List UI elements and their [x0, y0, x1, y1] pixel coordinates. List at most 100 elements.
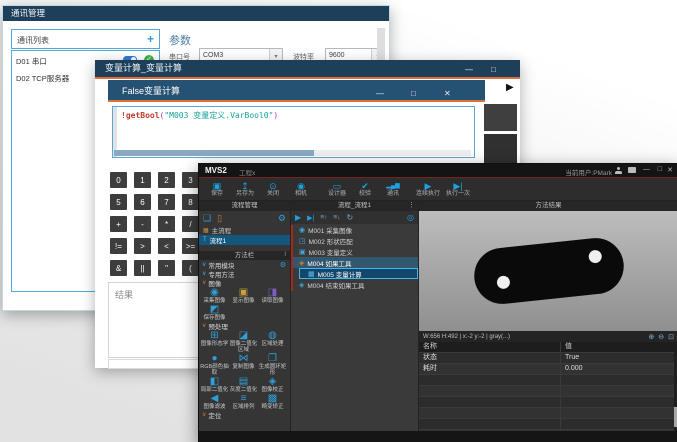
calc-key[interactable]: 5 [110, 194, 127, 210]
run-once-icon[interactable]: ▶| [307, 214, 314, 222]
tool-morphology[interactable]: ⊞ 图像形态学 [200, 330, 229, 353]
calc-key[interactable]: / [182, 216, 199, 232]
flow-step[interactable]: ▣ M003 变量定义 [291, 246, 418, 257]
maximize-button[interactable]: □ [491, 61, 496, 78]
folder-icon[interactable] [628, 167, 636, 173]
gear-icon[interactable]: ⚙ [280, 261, 286, 269]
close-button[interactable]: ✕ [444, 83, 451, 105]
monitor-icon: ▭ [326, 181, 348, 191]
calc-key[interactable]: 6 [134, 194, 151, 210]
tool-local-binarize[interactable]: ◧ 局部二值化 [200, 376, 229, 393]
tool-gray-binarize[interactable]: ▤ 灰度二值化 [229, 376, 258, 393]
comm-titlebar[interactable]: 通讯管理 [3, 6, 389, 21]
tool-make-ring-rect[interactable]: ❐ 生成圆环矩形 [258, 353, 287, 376]
run-expression-button[interactable]: ▶ [506, 82, 514, 93]
record-icon[interactable]: ◎ [407, 213, 414, 222]
flow-step[interactable]: ◳ M002 形状匹配 [291, 235, 418, 246]
tool-binarize-region[interactable]: ◪ 图像二值化区域 [229, 330, 258, 353]
toolbar-verify-button[interactable]: ✔ 校验 [352, 181, 378, 198]
hscroll-thumb[interactable] [114, 150, 314, 156]
sort-up-icon[interactable]: ≡↑ [320, 214, 327, 221]
close-button[interactable]: ✕ [667, 166, 673, 174]
calc-key[interactable]: || [134, 260, 151, 276]
tree-item-flow1[interactable]: T 流程1 [199, 235, 290, 245]
minimize-button[interactable]: — [465, 61, 473, 78]
flow-step-selected[interactable]: ▦ M005 变量计算 [299, 268, 418, 279]
tool-acquire-image[interactable]: ◉ 采集图像 [200, 287, 229, 304]
calc-key[interactable]: " [158, 260, 175, 276]
maximize-button[interactable]: □ [411, 83, 416, 105]
loop-icon[interactable]: ↻ [346, 213, 353, 222]
variable-define-icon: ▣ [299, 248, 306, 256]
tree-item-main-flow[interactable]: ▦ 主流程 [199, 225, 290, 235]
zoom-in-icon[interactable]: ⊕ [648, 333, 654, 341]
table-row-empty [419, 419, 677, 430]
fit-view-icon[interactable]: ⊡ [668, 333, 674, 341]
tool-rgb-extract[interactable]: ● RGB颜色抽取 [200, 353, 229, 376]
calc-key[interactable]: 8 [182, 194, 199, 210]
tool-image-correct[interactable]: ◈ 图像校正 [258, 376, 287, 393]
calc-key[interactable]: ( [182, 260, 199, 276]
calc-key[interactable]: + [110, 216, 127, 232]
toolbar-camera-button[interactable]: ◉ 相机 [288, 181, 314, 198]
image-viewer[interactable] [419, 211, 677, 331]
section-preprocess[interactable]: ∨ 预处理 [199, 321, 290, 330]
calc-key[interactable]: & [110, 260, 127, 276]
calc-key[interactable]: 3 [182, 172, 199, 188]
section-locate[interactable]: ∨ 定位 [199, 410, 290, 419]
tool-image-filter[interactable]: ◀ 图像滤波 [200, 393, 229, 410]
camera-icon: ◉ [290, 181, 312, 191]
toolbar-close-button[interactable]: ⊙ 关闭 [260, 181, 286, 198]
calc-key[interactable]: 2 [158, 172, 175, 188]
tool-display-image[interactable]: ▣ 显示图像 [229, 287, 258, 304]
maximize-button[interactable]: □ [658, 166, 662, 173]
calc-key[interactable]: < [158, 238, 175, 254]
collapse-icon[interactable]: I [284, 251, 286, 260]
tool-region-process[interactable]: ◍ 区域处理 [258, 330, 287, 353]
calc-key[interactable]: > [134, 238, 151, 254]
minimize-button[interactable]: — [376, 83, 384, 105]
toolbar-designer-button[interactable]: ▭ 设计器 [324, 181, 350, 198]
run-flow-icon[interactable]: ▶ [295, 213, 301, 222]
sort-down-icon[interactable]: ≡↓ [333, 214, 340, 221]
calc-key[interactable]: 7 [158, 194, 175, 210]
section-image[interactable]: ∨ 图像 [199, 278, 290, 287]
user-icon[interactable] [615, 167, 622, 174]
minimize-button[interactable]: — [643, 166, 650, 173]
editor-hscrollbar[interactable] [114, 150, 471, 156]
flow-step[interactable]: ◈ M004 结束如果工具 [291, 279, 418, 290]
toolbar-run-continuous-button[interactable]: ▶ 连续执行 [414, 181, 442, 198]
calc-key[interactable]: * [158, 216, 175, 232]
table-row[interactable]: 状态 True [419, 353, 677, 364]
table-row[interactable]: 耗时 0.000 [419, 364, 677, 375]
add-connection-button[interactable]: + [147, 32, 154, 46]
check-circle-icon: ✔ [354, 181, 376, 191]
toolbar-run-once-button[interactable]: ▶| 执行一次 [444, 181, 472, 198]
flow-step[interactable]: ◉ M001 采集图像 [291, 224, 418, 235]
calc-key[interactable]: 1 [134, 172, 151, 188]
tool-region-arrange[interactable]: ≡ 区域排列 [229, 393, 258, 410]
tool-save-image[interactable]: ◩ 保存图像 [200, 304, 229, 321]
tool-distortion-correct[interactable]: ▩ 畸变矫正 [258, 393, 287, 410]
calc-key[interactable]: >= [182, 238, 199, 254]
more-icon[interactable]: ⋮ [408, 201, 415, 211]
calc-key[interactable]: != [110, 238, 127, 254]
flow-step-if[interactable]: ◈ M004 如果工具 [291, 257, 418, 268]
calc-titlebar[interactable]: 变量计算_变量计算 — □ [95, 60, 520, 79]
calc-key[interactable]: - [134, 216, 151, 232]
zoom-out-icon[interactable]: ⊖ [658, 333, 664, 341]
toolbar-save-button[interactable]: ▣ 保存 [204, 181, 230, 198]
inner-calc-titlebar[interactable]: False变量计算 — □ ✕ [108, 80, 485, 102]
calc-key[interactable]: 0 [110, 172, 127, 188]
mvs2-titlebar[interactable]: MVS2 工程x 当前用户:PMark — □ ✕ [199, 164, 677, 178]
tool-copy-image[interactable]: ⋈ 复制图像 [229, 353, 258, 376]
toolbar-save-as-button[interactable]: ↥ 另存为 [232, 181, 258, 198]
table-row-empty [419, 375, 677, 386]
method-palette-panel: 流程管理 ❏ ▯ ⚙ ▦ 主流程 T 流程1 方法栏 I ∨ [199, 201, 290, 431]
copy-flow-icon[interactable]: ❏ [203, 213, 211, 224]
gear-icon[interactable]: ⚙ [278, 213, 286, 224]
expression-editor[interactable]: !getBool("M003 变量定义.VarBool0") [112, 106, 475, 158]
delete-flow-icon[interactable]: ▯ [217, 213, 222, 224]
tool-read-image[interactable]: ◨ 读取图像 [258, 287, 287, 304]
toolbar-comm-button[interactable]: ▂▄▆ 通讯 [380, 181, 406, 198]
